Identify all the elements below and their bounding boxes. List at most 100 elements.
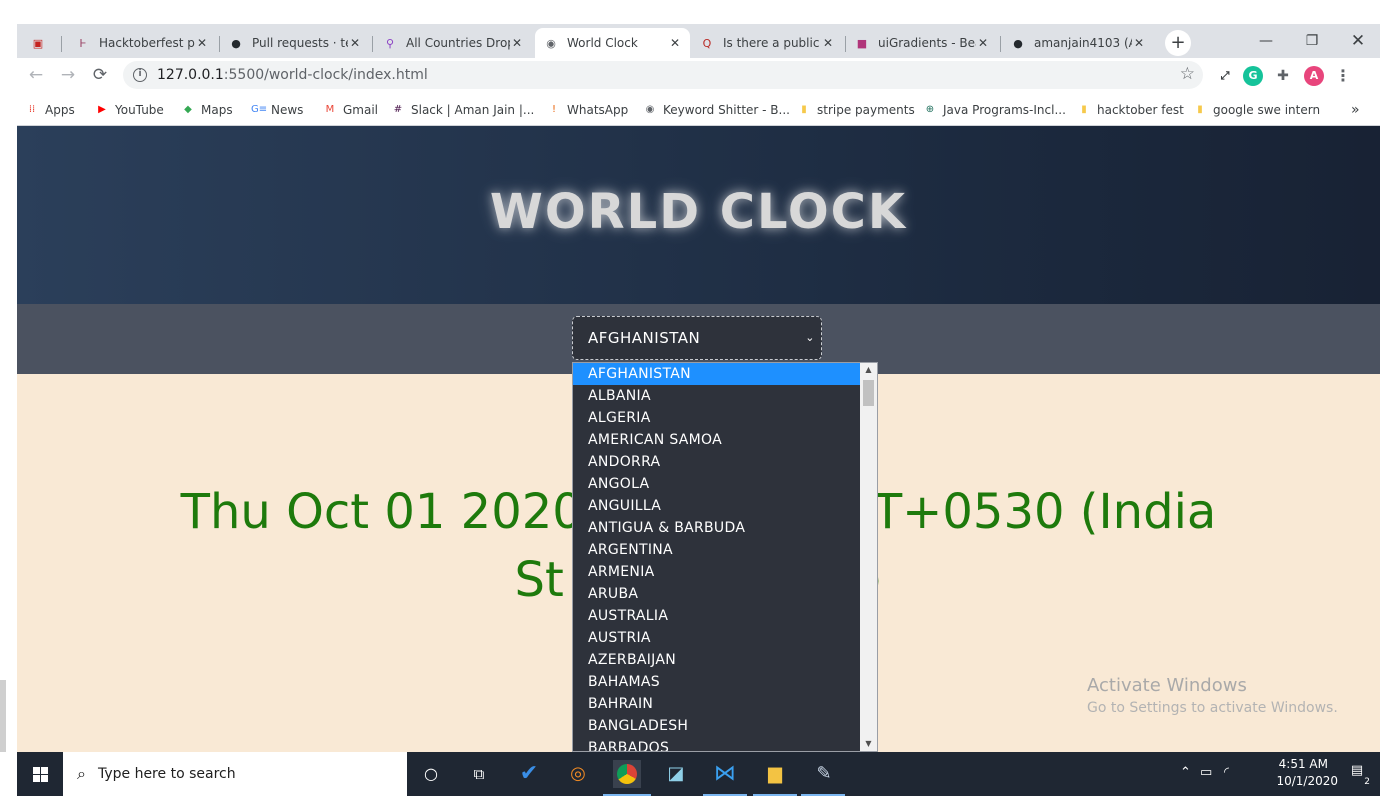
tab-4[interactable]: ◉ World Clock ✕ <box>535 28 690 58</box>
bookmark-1[interactable]: ⁞⁞ Apps <box>25 102 75 118</box>
tab-1[interactable]: Ⱶ Hacktoberfest pre✕ <box>67 28 217 58</box>
battery-icon[interactable]: ▭ <box>1200 765 1212 780</box>
bookmark-12[interactable]: ▮ google swe intern <box>1193 102 1320 118</box>
media-player-icon[interactable]: ◎ <box>564 760 592 788</box>
country-option[interactable]: AUSTRIA <box>573 627 861 649</box>
extension-icon[interactable]: ⤢ <box>1215 66 1235 86</box>
address-bar[interactable]: i 127.0.0.1:5500/world-clock/index.html … <box>123 61 1203 89</box>
paint-icon[interactable]: ✎ <box>810 760 838 788</box>
tab-5[interactable]: Q Is there a public A ✕ <box>691 28 843 58</box>
todo-check-icon[interactable]: ✔ <box>515 760 543 788</box>
globe-icon: ◉ <box>546 36 556 50</box>
globe-icon: ◉ <box>645 104 655 115</box>
bookmark-8[interactable]: ◉ Keyword Shitter - B... <box>643 102 790 118</box>
bookmark-6[interactable]: # Slack | Aman Jain |... <box>391 102 535 118</box>
grammarly-icon[interactable]: G <box>1243 66 1263 86</box>
bookmark-10[interactable]: ⊕ Java Programs-Incl... <box>923 102 1066 118</box>
bookmarks-more-button[interactable]: » <box>1351 102 1360 118</box>
country-option[interactable]: BANGLADESH <box>573 715 861 737</box>
chevron-down-icon: ⌄ <box>805 331 815 344</box>
back-button[interactable]: ← <box>25 64 47 86</box>
info-icon[interactable]: i <box>133 68 147 82</box>
wifi-icon[interactable]: ◜ <box>1224 765 1229 780</box>
country-option[interactable]: BAHRAIN <box>573 693 861 715</box>
tab-close-icon[interactable]: ✕ <box>976 36 990 50</box>
start-button[interactable] <box>17 752 63 796</box>
country-option[interactable]: AFGHANISTAN <box>573 363 861 385</box>
country-option[interactable]: ANGUILLA <box>573 495 861 517</box>
tab-title: All Countries Drop <box>406 36 510 50</box>
country-option[interactable]: ARUBA <box>573 583 861 605</box>
country-option[interactable]: BARBADOS <box>573 737 861 751</box>
forward-button[interactable]: → <box>57 64 79 86</box>
country-option[interactable]: ANGOLA <box>573 473 861 495</box>
country-option[interactable]: ARMENIA <box>573 561 861 583</box>
uigradients-icon: ■ <box>856 36 868 50</box>
restore-button[interactable]: ❐ <box>1289 28 1335 54</box>
taskbar-search-box[interactable]: ⌕ Type here to search <box>63 752 407 796</box>
taskbar-search-placeholder: Type here to search <box>97 766 236 782</box>
bookmark-star-icon[interactable]: ☆ <box>1180 64 1195 84</box>
country-option[interactable]: BAHAMAS <box>573 671 861 693</box>
chrome-taskbar-icon[interactable] <box>613 760 641 788</box>
clock-time[interactable]: 4:51 AM <box>1279 757 1328 771</box>
web-page: WORLD CLOCK AFGHANISTAN ⌄ Thu Oct 01 202… <box>17 126 1380 752</box>
tab-title: uiGradients - Bea <box>878 36 976 50</box>
bookmark-7[interactable]: ! WhatsApp <box>547 102 628 118</box>
folder-icon: ▮ <box>801 104 807 115</box>
notification-center-button[interactable]: ▤ 2 <box>1346 763 1370 787</box>
tab-7[interactable]: ● amanjain4103 (A ✕ <box>1002 28 1154 58</box>
country-option[interactable]: ANTIGUA & BARBUDA <box>573 517 861 539</box>
menu-kebab-icon[interactable]: ⋮ <box>1333 66 1353 86</box>
tab-close-icon[interactable]: ✕ <box>821 36 835 50</box>
tab-close-icon[interactable]: ✕ <box>1132 36 1146 50</box>
github-icon: ● <box>231 36 241 50</box>
country-option[interactable]: ALBANIA <box>573 385 861 407</box>
tab-close-icon[interactable]: ✕ <box>195 36 209 50</box>
new-tab-button[interactable]: + <box>1165 30 1191 56</box>
notes-app-icon[interactable]: ◪ <box>662 760 690 788</box>
windows-logo-pane <box>41 767 48 774</box>
bookmark-2[interactable]: ▶ YouTube <box>95 102 164 118</box>
country-option[interactable]: AMERICAN SAMOA <box>573 429 861 451</box>
cortana-icon[interactable]: ○ <box>417 760 445 788</box>
profile-avatar[interactable]: A <box>1304 66 1324 86</box>
search-icon: ⌕ <box>77 764 86 783</box>
chevron-up-icon[interactable]: ⌃ <box>1180 765 1191 780</box>
close-window-button[interactable]: ✕ <box>1335 28 1380 54</box>
tab-6[interactable]: ■ uiGradients - Bea ✕ <box>846 28 998 58</box>
reload-button[interactable]: ⟳ <box>89 64 111 86</box>
tab-close-icon[interactable]: ✕ <box>668 36 682 50</box>
country-option[interactable]: ANDORRA <box>573 451 861 473</box>
bookmark-5[interactable]: M Gmail <box>323 102 378 118</box>
country-option[interactable]: AZERBAIJAN <box>573 649 861 671</box>
country-option[interactable]: AUSTRALIA <box>573 605 861 627</box>
bookmark-9[interactable]: ▮ stripe payments <box>797 102 915 118</box>
country-option[interactable]: ALGERIA <box>573 407 861 429</box>
task-view-icon[interactable]: ⧉ <box>465 760 493 788</box>
country-option[interactable]: ARGENTINA <box>573 539 861 561</box>
chrome-logo-icon <box>617 764 637 784</box>
vscode-icon[interactable]: ⋈ <box>711 760 739 788</box>
country-select[interactable]: AFGHANISTAN ⌄ <box>572 316 822 360</box>
clock-date[interactable]: 10/1/2020 <box>1276 774 1338 788</box>
minimize-button[interactable]: — <box>1243 28 1289 54</box>
puzzle-icon[interactable]: ✚ <box>1273 66 1293 86</box>
bookmark-3[interactable]: ◆ Maps <box>181 102 232 118</box>
tab-3[interactable]: ⚲ All Countries Drop ✕ <box>374 28 532 58</box>
country-dropdown-list[interactable]: AFGHANISTAN ALBANIA ALGERIA AMERICAN SAMOA A… <box>572 362 878 752</box>
bookmark-4[interactable]: G≡ News <box>251 102 303 118</box>
tab-close-icon[interactable]: ✕ <box>348 36 362 50</box>
scroll-up-arrow-icon[interactable]: ▲ <box>860 363 877 377</box>
tab-2[interactable]: ● Pull requests · tec✕ <box>220 28 370 58</box>
tab-search-button[interactable]: ▣ <box>21 28 55 58</box>
tab-close-icon[interactable]: ✕ <box>510 36 524 50</box>
page-title: WORLD CLOCK <box>489 184 908 240</box>
bookmark-label: google swe intern <box>1213 103 1321 117</box>
dropdown-scrollbar[interactable]: ▲ ▼ <box>860 363 877 751</box>
scroll-down-arrow-icon[interactable]: ▼ <box>860 737 877 751</box>
file-explorer-icon[interactable]: ▆ <box>761 760 789 788</box>
tab-title: Is there a public A <box>723 36 821 50</box>
bookmark-11[interactable]: ▮ hacktober fest <box>1077 102 1184 118</box>
scroll-thumb[interactable] <box>863 380 874 406</box>
